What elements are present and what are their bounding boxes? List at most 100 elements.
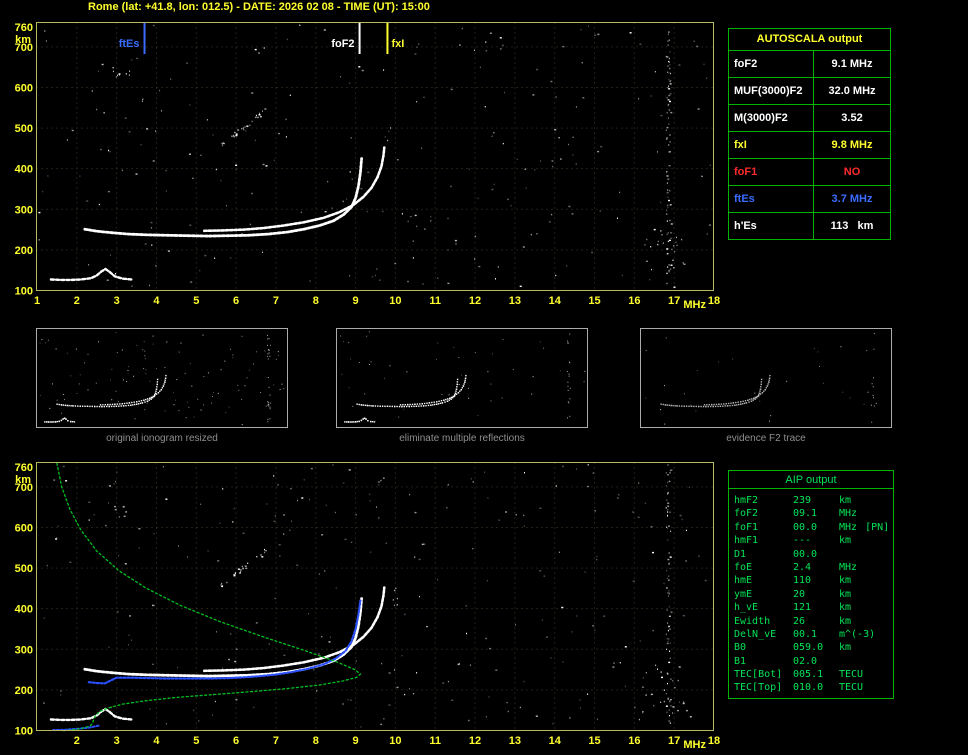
- svg-text:1: 1: [34, 295, 40, 307]
- aip-param-unit: km: [839, 588, 852, 600]
- thumbnail-caption-filtered: eliminate multiple reflections: [399, 433, 525, 444]
- svg-text:17: 17: [668, 735, 680, 747]
- autoscala-param-label: fxI: [729, 132, 813, 158]
- aip-row: Ewidth 26 km: [729, 615, 893, 628]
- svg-text:2: 2: [74, 735, 80, 747]
- svg-text:11: 11: [429, 295, 441, 307]
- aip-param-unit: MHz: [839, 508, 858, 520]
- svg-text:12: 12: [469, 295, 481, 307]
- autoscala-param-value: NO: [814, 159, 890, 185]
- aip-param-label: B0: [734, 642, 747, 654]
- aip-param-label: TEC[Top]: [734, 682, 783, 694]
- svg-text:760: 760: [15, 462, 33, 474]
- aip-param-label: foF1: [734, 521, 759, 533]
- svg-text:100: 100: [15, 286, 33, 298]
- svg-text:300: 300: [15, 204, 33, 216]
- aip-param-unit: km: [839, 495, 852, 506]
- svg-text:MHz: MHz: [683, 299, 706, 311]
- aip-param-value: 02.0: [793, 655, 818, 667]
- aip-param-unit: km: [839, 602, 852, 614]
- svg-text:500: 500: [15, 563, 33, 575]
- autoscala-param-label: M(3000)F2: [729, 105, 813, 131]
- aip-param-value: 110: [793, 575, 812, 587]
- svg-text:7: 7: [273, 735, 279, 747]
- thumbnail-filtered-canvas: [340, 331, 586, 423]
- svg-text:8: 8: [313, 295, 319, 307]
- aip-rows: hmF2 239 km foF2 09.1 MHz foF1 00.0 MHz [PN] hmF1-…: [729, 494, 893, 695]
- aip-param-label: DelN_vE: [734, 628, 777, 640]
- svg-text:5: 5: [193, 735, 199, 747]
- aip-row: hmE 110 km: [729, 574, 893, 587]
- svg-text:14: 14: [549, 295, 562, 307]
- aip-param-value: 2.4: [793, 561, 812, 573]
- svg-text:9: 9: [353, 735, 359, 747]
- aip-row: B1 02.0: [729, 655, 893, 668]
- autoscala-param-value: 113 km: [814, 213, 890, 239]
- aip-param-value: 00.0: [793, 521, 818, 533]
- aip-param-value: 121: [793, 602, 812, 614]
- aip-output-title: AIP output: [729, 471, 893, 489]
- svg-text:km: km: [15, 34, 31, 46]
- page-title: Rome (lat: +41.8, lon: 012.5) - DATE: 20…: [88, 1, 430, 13]
- aip-param-label: B1: [734, 655, 747, 667]
- svg-text:MHz: MHz: [683, 739, 706, 751]
- svg-text:4: 4: [153, 295, 160, 307]
- thumbnail-multiple-reflections-removed: [336, 328, 588, 428]
- main-ionogram-plot: ftEs foF2 fxI1 2 3 4 5 6 7 8 9 10 11 12 13 14 15 16 17 18MH…: [15, 22, 720, 311]
- aip-param-label: TEC[Bot]: [734, 669, 783, 681]
- aip-param-value: 00.0: [793, 548, 818, 560]
- svg-text:11: 11: [429, 735, 441, 747]
- svg-text:4: 4: [153, 735, 160, 747]
- aip-param-unit: [839, 655, 893, 668]
- autoscala-param-label: MUF(3000)F2: [729, 78, 813, 104]
- autoscala-output-title: AUTOSCALA output: [729, 29, 890, 50]
- aip-row: foF1 00.0 MHz [PN]: [729, 521, 893, 534]
- svg-text:8: 8: [313, 735, 319, 747]
- svg-text:13: 13: [509, 295, 521, 307]
- aip-param-unit: km: [839, 615, 852, 627]
- thumbnail-original-canvas: [39, 332, 285, 426]
- svg-text:km: km: [15, 474, 31, 486]
- aip-row: TEC[Bot] 005.1 TECU: [729, 668, 893, 681]
- echo-noise: [38, 24, 711, 288]
- aip-param-label: hmF1: [734, 535, 759, 547]
- svg-text:10: 10: [389, 735, 401, 747]
- aip-param-value: 059.0: [793, 642, 824, 654]
- profile-ionogram-plot: 2 3 4 5 6 7 8 9 10 11 12 13 14 15 16 17 18MHz76070060050…: [15, 462, 720, 751]
- thumbnail-original-ionogram: [36, 328, 288, 428]
- trace-f2-ordinary-trace: [83, 157, 364, 238]
- autoscala-param-label: ftEs: [729, 186, 813, 212]
- aip-row: ymE 20 km: [729, 588, 893, 601]
- aip-param-label: hmF2: [734, 495, 759, 506]
- svg-text:10: 10: [389, 295, 401, 307]
- aip-param-value: 010.0: [793, 682, 824, 694]
- aip-param-unit: km: [839, 642, 852, 654]
- svg-text:3: 3: [114, 735, 120, 747]
- aip-param-unit: TECU: [839, 682, 864, 694]
- aip-param-label: hmE: [734, 575, 753, 587]
- thumbnail-caption-f2trace: evidence F2 trace: [726, 433, 806, 444]
- svg-text:16: 16: [628, 295, 640, 307]
- aip-row: foF2 09.1 MHz: [729, 507, 893, 520]
- svg-text:18: 18: [708, 295, 720, 307]
- aip-param-value: 09.1: [793, 508, 818, 520]
- thumbnail-f2-trace-evidence: [640, 328, 892, 428]
- autoscala-param-value: 3.7 MHz: [814, 186, 890, 212]
- aip-param-value: 00.1: [793, 628, 818, 640]
- thumbnail-caption-original: original ionogram resized: [106, 433, 218, 444]
- aip-param-unit: TECU: [839, 669, 864, 681]
- svg-text:200: 200: [15, 685, 33, 697]
- aip-param-value: 239: [793, 495, 812, 506]
- grid: [36, 22, 714, 291]
- aip-param-label: foE: [734, 561, 753, 573]
- svg-text:200: 200: [15, 245, 33, 257]
- aip-output-table: AIP output hmF2 239 km foF2 09.1 MHz foF1 00.0 M…: [728, 470, 894, 699]
- svg-text:7: 7: [273, 295, 279, 307]
- aip-param-label: foF2: [734, 508, 759, 520]
- aip-row: DelN_vE 00.1 m^(-3): [729, 628, 893, 641]
- aip-param-unit: km: [839, 575, 852, 587]
- aip-row: foE 2.4 MHz: [729, 561, 893, 574]
- trace-sporadic-e-trace: [49, 707, 134, 722]
- svg-text:15: 15: [588, 735, 600, 747]
- aip-param-label: D1: [734, 548, 747, 560]
